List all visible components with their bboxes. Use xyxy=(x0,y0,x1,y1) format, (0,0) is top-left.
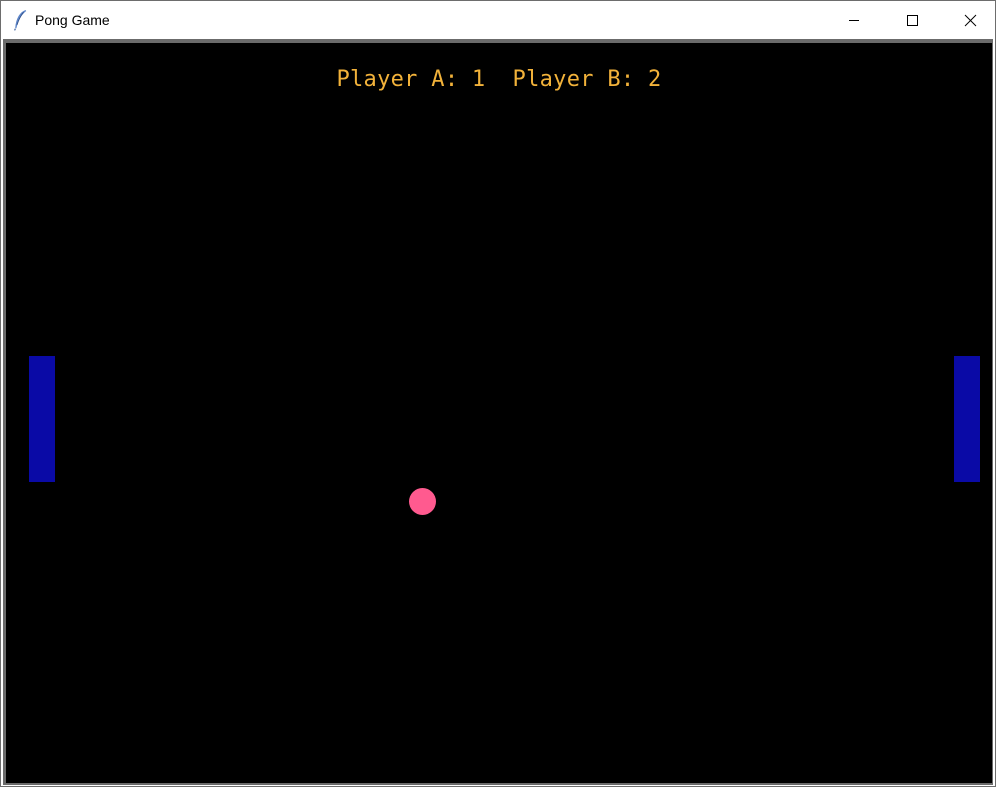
pong-window: Pong Game Player A: 1 Player B: 2 xyxy=(0,0,996,787)
minimize-button[interactable] xyxy=(826,1,884,39)
maximize-button[interactable] xyxy=(884,1,942,39)
paddle-b xyxy=(954,356,980,482)
close-button[interactable] xyxy=(941,1,995,39)
minimize-icon xyxy=(849,20,859,21)
window-title: Pong Game xyxy=(35,12,110,28)
feather-icon xyxy=(12,9,28,31)
scoreboard: Player A: 1 Player B: 2 xyxy=(336,67,662,92)
close-icon xyxy=(964,14,977,27)
paddle-a xyxy=(29,356,55,482)
window-client-area: Player A: 1 Player B: 2 xyxy=(3,39,993,785)
title-bar[interactable]: Pong Game xyxy=(1,1,995,39)
ball xyxy=(409,488,436,515)
game-canvas[interactable]: Player A: 1 Player B: 2 xyxy=(6,43,992,783)
maximize-icon xyxy=(907,15,918,26)
